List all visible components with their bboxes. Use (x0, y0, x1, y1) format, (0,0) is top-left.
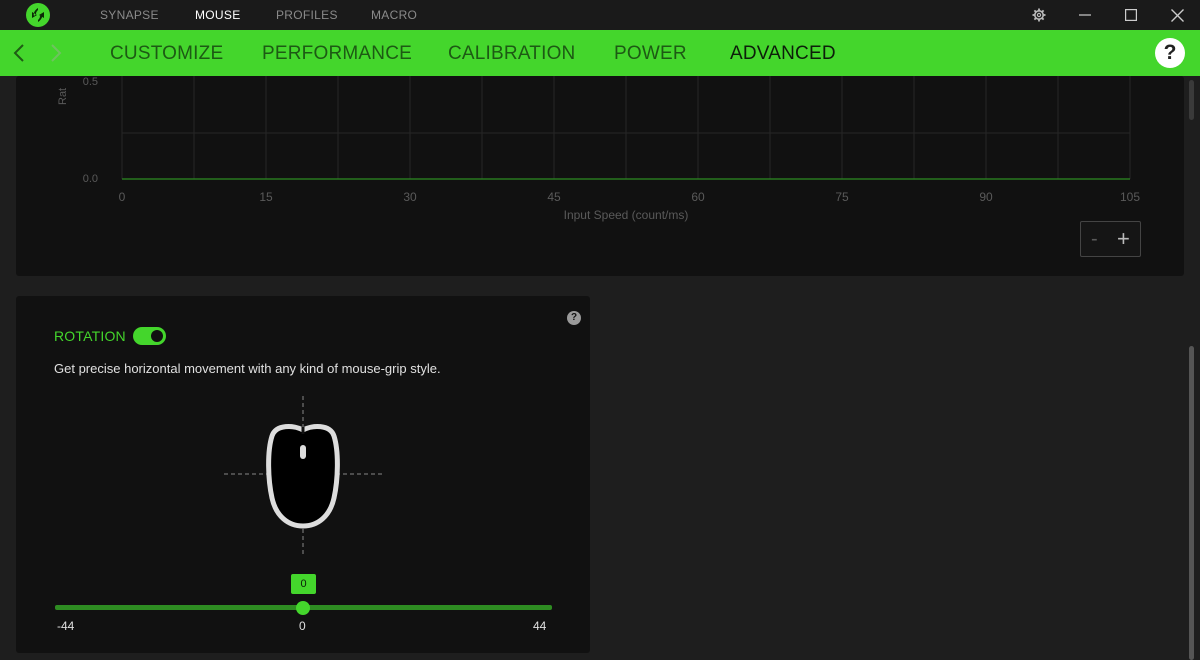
rotation-toggle[interactable] (133, 327, 166, 345)
maximize-icon[interactable] (1111, 0, 1151, 30)
scrollbar-thumb[interactable] (1189, 346, 1194, 660)
x-tick-label: 0 (119, 190, 126, 204)
y-tick-label: 0.5 (83, 76, 98, 88)
tab-power[interactable]: POWER (614, 30, 687, 76)
x-tick-label: 75 (835, 190, 849, 204)
y-tick-label: 0.0 (83, 173, 98, 185)
back-arrow-icon[interactable] (13, 43, 25, 68)
mouse-rotation-illustration (224, 396, 384, 556)
tab-macro[interactable]: MACRO (371, 0, 417, 30)
tab-profiles[interactable]: PROFILES (276, 0, 338, 30)
slider-center-label: 0 (299, 619, 306, 633)
sub-navigation-bar: CUSTOMIZE PERFORMANCE CALIBRATION POWER … (0, 30, 1200, 76)
tab-customize[interactable]: CUSTOMIZE (110, 30, 223, 76)
tab-advanced[interactable]: ADVANCED (730, 30, 836, 76)
tab-calibration[interactable]: CALIBRATION (448, 30, 575, 76)
forward-arrow-icon[interactable] (50, 43, 62, 68)
y-axis-label: Rat (57, 88, 69, 105)
rotation-slider-handle[interactable] (296, 601, 310, 615)
tab-synapse[interactable]: SYNAPSE (100, 0, 159, 30)
tab-mouse[interactable]: MOUSE (195, 0, 241, 30)
rotation-description: Get precise horizontal movement with any… (54, 361, 441, 376)
slider-min-label: -44 (57, 619, 75, 633)
rotation-title: ROTATION (54, 328, 126, 344)
x-tick-label: 90 (979, 190, 993, 204)
x-tick-label: 15 (259, 190, 273, 204)
zoom-controls: - + (1080, 221, 1141, 257)
zoom-out-button[interactable]: - (1091, 228, 1098, 251)
settings-gear-icon[interactable] (1019, 0, 1059, 30)
x-tick-label: 105 (1120, 190, 1140, 204)
toggle-knob (151, 330, 163, 342)
x-tick-label: 60 (691, 190, 705, 204)
acceleration-chart: Rat 0.5 0.0 0 15 30 45 60 75 90 105 Input Speed… (57, 76, 1140, 222)
help-icon[interactable]: ? (1155, 38, 1185, 68)
minimize-icon[interactable] (1065, 0, 1105, 30)
title-bar: SYNAPSE MOUSE PROFILES MACRO (0, 0, 1200, 30)
x-tick-label: 45 (547, 190, 561, 204)
rotation-help-icon[interactable]: ? (567, 311, 581, 325)
zoom-in-button[interactable]: + (1117, 226, 1130, 252)
x-tick-label: 30 (403, 190, 417, 204)
x-axis-label: Input Speed (count/ms) (564, 208, 689, 222)
razer-logo-icon[interactable] (26, 3, 50, 27)
scrollbar-upper (1189, 80, 1194, 120)
close-icon[interactable] (1157, 0, 1197, 30)
tab-performance[interactable]: PERFORMANCE (262, 30, 412, 76)
mouse-icon (266, 424, 340, 529)
rotation-value-badge: 0 (291, 574, 316, 594)
slider-max-label: 44 (533, 619, 547, 633)
